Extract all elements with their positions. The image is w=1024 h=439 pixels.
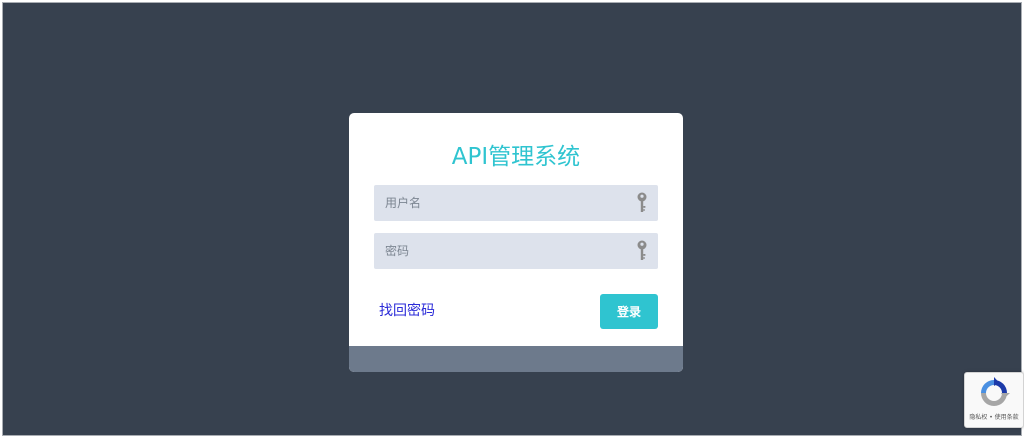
recaptcha-logo-icon bbox=[981, 377, 1010, 406]
card-footer bbox=[349, 346, 683, 372]
key-icon bbox=[637, 240, 647, 260]
password-field[interactable] bbox=[374, 233, 658, 269]
login-button[interactable]: 登录 bbox=[600, 294, 658, 329]
recaptcha-terms[interactable]: 隐私权 • 使用条款 bbox=[965, 412, 1023, 421]
username-input[interactable] bbox=[374, 185, 625, 221]
key-icon bbox=[637, 192, 647, 212]
page-title: API管理系统 bbox=[451, 144, 581, 170]
forgot-password-link[interactable]: 找回密码 bbox=[379, 300, 435, 320]
login-card: API管理系统 找回密码 登录 bbox=[349, 113, 683, 372]
page-background: API管理系统 找回密码 登录 bbox=[2, 2, 1022, 436]
username-field[interactable] bbox=[374, 185, 658, 221]
password-input[interactable] bbox=[374, 233, 625, 269]
recaptcha-badge[interactable]: 隐私权 • 使用条款 bbox=[964, 372, 1024, 428]
